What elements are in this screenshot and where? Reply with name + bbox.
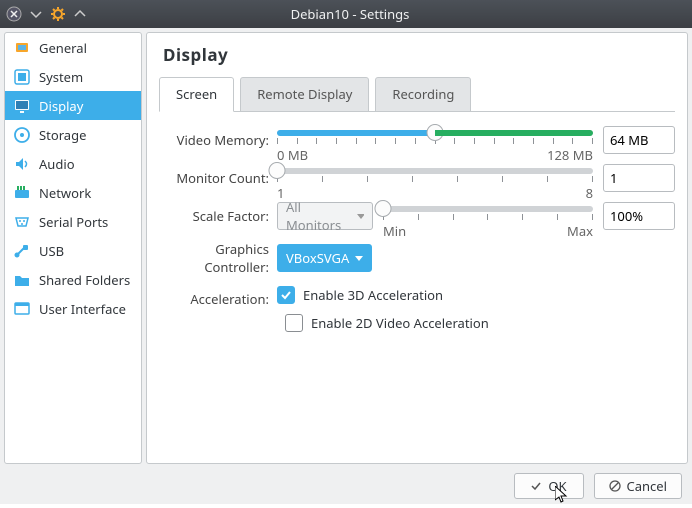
sidebar-item-audio[interactable]: Audio <box>5 149 141 178</box>
sidebar-item-shared[interactable]: Shared Folders <box>5 265 141 294</box>
video-memory-label: Video Memory: <box>159 131 277 149</box>
sidebar-item-ui[interactable]: User Interface <box>5 294 141 323</box>
monitor-count-spinbox[interactable] <box>603 164 675 192</box>
monitor-count-input[interactable] <box>604 169 692 187</box>
button-row: OK Cancel <box>0 468 692 504</box>
sidebar-item-label: General <box>39 39 87 57</box>
system-icon <box>13 68 31 86</box>
monitor-count-slider[interactable]: 1 8 <box>277 168 593 188</box>
sidebar-item-label: User Interface <box>39 300 126 318</box>
sidebar-item-system[interactable]: System <box>5 62 141 91</box>
enable-2d-checkbox[interactable] <box>285 314 303 332</box>
sidebar: General System Display Storage Audio Net… <box>4 32 142 464</box>
page-title: Display <box>159 43 675 66</box>
graphics-controller-combo[interactable]: VBoxSVGA <box>277 244 372 272</box>
interface-icon <box>13 300 31 318</box>
graphics-controller-label: Graphics Controller: <box>159 240 277 276</box>
sidebar-item-label: Serial Ports <box>39 213 108 231</box>
video-memory-input[interactable] <box>604 131 692 149</box>
tab-screen[interactable]: Screen <box>159 77 234 112</box>
network-icon <box>13 184 31 202</box>
scale-factor-spinbox[interactable] <box>603 202 675 230</box>
sidebar-item-label: Network <box>39 184 91 202</box>
tab-remote-display[interactable]: Remote Display <box>240 77 369 112</box>
scale-factor-label: Scale Factor: <box>159 207 277 225</box>
enable-3d-label: Enable 3D Acceleration <box>303 286 443 304</box>
sidebar-item-storage[interactable]: Storage <box>5 120 141 149</box>
enable-2d-label: Enable 2D Video Acceleration <box>311 314 489 332</box>
combo-value: All Monitors <box>286 198 351 234</box>
scale-factor-min: Min <box>383 222 406 240</box>
general-icon <box>13 39 31 57</box>
monitor-count-max: 8 <box>586 184 593 202</box>
sidebar-item-serial[interactable]: Serial Ports <box>5 207 141 236</box>
serial-icon <box>13 213 31 231</box>
titlebar: Debian10 - Settings <box>0 0 692 28</box>
maximize-icon[interactable] <box>72 6 88 22</box>
usb-icon <box>13 242 31 260</box>
monitor-count-label: Monitor Count: <box>159 169 277 187</box>
cancel-label: Cancel <box>627 477 667 495</box>
audio-icon <box>13 155 31 173</box>
monitor-count-min: 1 <box>277 184 284 202</box>
scale-factor-input[interactable] <box>604 207 692 225</box>
ok-button[interactable]: OK <box>514 473 584 499</box>
storage-icon <box>13 126 31 144</box>
sidebar-item-label: Shared Folders <box>39 271 130 289</box>
check-icon <box>280 289 292 301</box>
sidebar-item-label: Display <box>39 97 83 115</box>
video-memory-spinbox[interactable] <box>603 126 675 154</box>
scale-factor-slider[interactable]: Min Max <box>383 206 593 226</box>
gear-icon[interactable] <box>50 6 66 22</box>
ok-label: OK <box>548 477 566 495</box>
sidebar-item-label: System <box>39 68 83 86</box>
window-title: Debian10 - Settings <box>88 5 612 23</box>
combo-value: VBoxSVGA <box>286 249 349 267</box>
sidebar-item-usb[interactable]: USB <box>5 236 141 265</box>
chevron-down-icon <box>355 256 363 261</box>
minimize-icon[interactable] <box>28 6 44 22</box>
video-memory-min: 0 MB <box>277 146 308 164</box>
sidebar-item-general[interactable]: General <box>5 33 141 62</box>
acceleration-label: Acceleration: <box>159 290 277 308</box>
video-memory-max: 128 MB <box>547 146 593 164</box>
sidebar-item-label: Storage <box>39 126 86 144</box>
check-icon <box>530 480 542 492</box>
cancel-button[interactable]: Cancel <box>594 473 682 499</box>
scale-factor-target-combo[interactable]: All Monitors <box>277 202 373 230</box>
sidebar-item-display[interactable]: Display <box>5 91 141 120</box>
tab-recording[interactable]: Recording <box>375 77 471 112</box>
enable-3d-checkbox[interactable] <box>277 286 295 304</box>
sidebar-item-label: USB <box>39 242 64 260</box>
sidebar-item-label: Audio <box>39 155 75 173</box>
tabbar: Screen Remote Display Recording <box>159 76 675 112</box>
chevron-down-icon <box>357 214 364 219</box>
main-panel: Display Screen Remote Display Recording … <box>146 32 688 464</box>
cancel-icon <box>609 480 621 492</box>
video-memory-slider[interactable]: 0 MB 128 MB <box>277 130 593 150</box>
scale-factor-max: Max <box>567 222 593 240</box>
display-icon <box>13 97 31 115</box>
folder-icon <box>13 271 31 289</box>
sidebar-item-network[interactable]: Network <box>5 178 141 207</box>
close-icon[interactable] <box>6 6 22 22</box>
